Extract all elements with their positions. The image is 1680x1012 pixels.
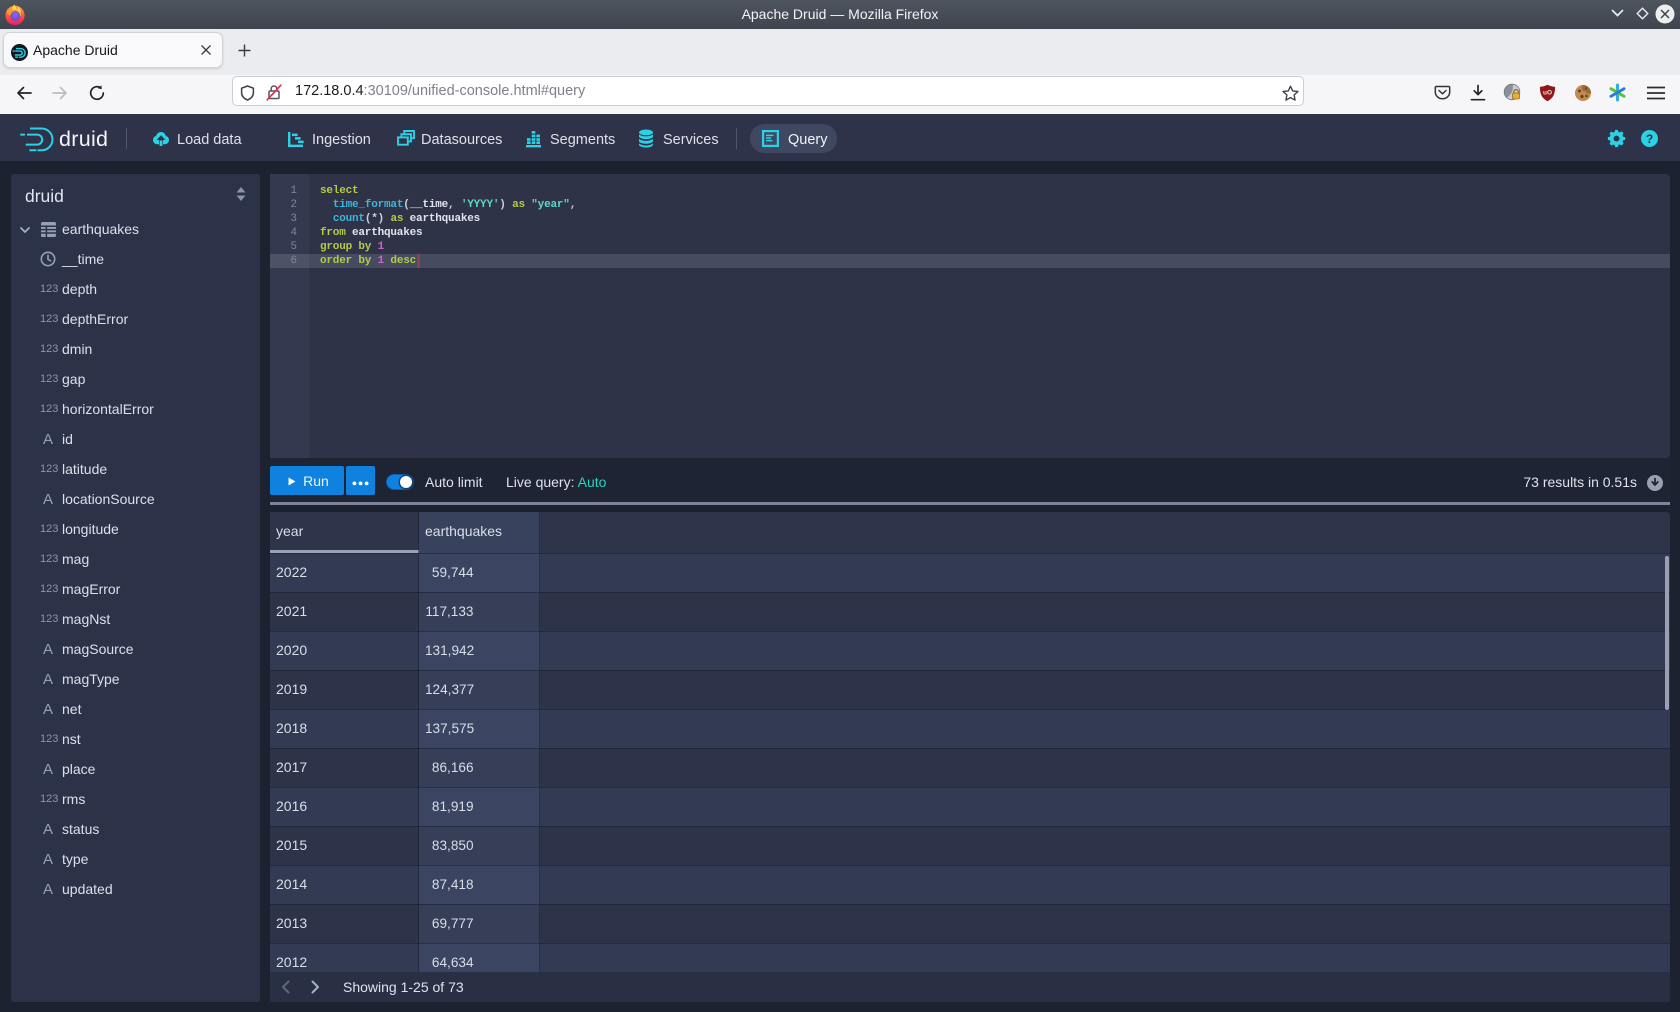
svg-text:?: ? xyxy=(1646,132,1653,146)
svg-text:uO: uO xyxy=(1543,90,1552,97)
